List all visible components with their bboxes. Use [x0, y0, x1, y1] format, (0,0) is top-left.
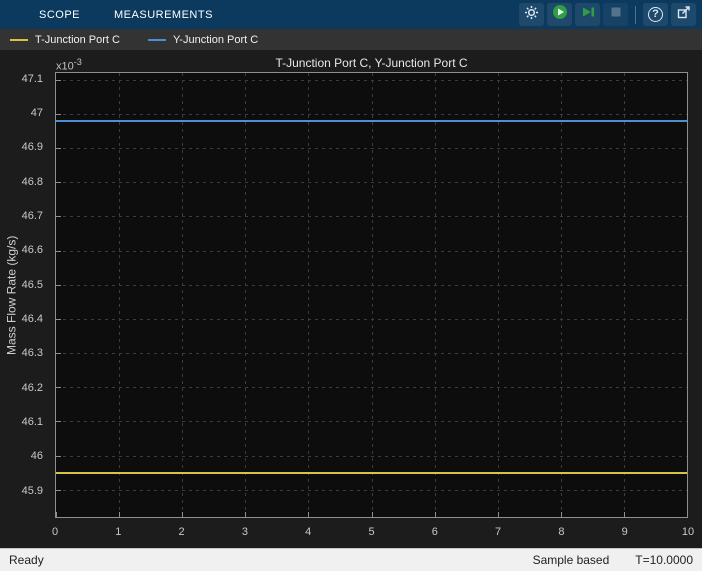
y-tick-label: 46.8	[22, 176, 43, 188]
legend-label: Y-Junction Port C	[173, 34, 258, 46]
y-tick-label: 46.6	[22, 244, 43, 256]
stop-button[interactable]	[603, 3, 628, 26]
x-gridline	[561, 73, 562, 517]
status-bar: Ready Sample based T=10.0000	[0, 548, 702, 571]
status-text: Ready	[9, 553, 44, 567]
y-tick-label: 46.7	[22, 210, 43, 222]
x-tick-mark	[687, 512, 688, 517]
x-gridline	[372, 73, 373, 517]
tab-scope[interactable]: SCOPE	[22, 0, 97, 29]
x-tick-mark	[372, 512, 373, 517]
x-tick-mark	[182, 512, 183, 517]
x-tick-label: 2	[179, 526, 185, 538]
y-tick-mark	[56, 353, 61, 354]
x-tick-label: 3	[242, 526, 248, 538]
y-tick-label: 46.9	[22, 141, 43, 153]
x-tick-mark	[624, 512, 625, 517]
y-tick-label: 46.3	[22, 347, 43, 359]
x-gridline	[119, 73, 120, 517]
y-tick-label: 46.4	[22, 313, 43, 325]
legend-label: T-Junction Port C	[35, 34, 120, 46]
simulation-time-label: T=10.0000	[635, 553, 693, 567]
stop-icon	[608, 4, 624, 25]
run-icon	[552, 4, 568, 25]
y-tick-label: 46.2	[22, 382, 43, 394]
run-button[interactable]	[547, 3, 572, 26]
status-right-group: Sample based T=10.0000	[533, 553, 693, 567]
tab-measurements[interactable]: MEASUREMENTS	[97, 0, 230, 29]
x-gridline	[435, 73, 436, 517]
y-tick-mark	[56, 490, 61, 491]
x-tick-mark	[119, 512, 120, 517]
y-tick-mark	[56, 319, 61, 320]
x-tick-label: 9	[622, 526, 628, 538]
x-tick-label: 5	[368, 526, 374, 538]
y-tick-mark	[56, 421, 61, 422]
plot-area: x10-3 T-Junction Port C, Y-Junction Port…	[0, 50, 702, 548]
x-tick-label: 7	[495, 526, 501, 538]
x-tick-label: 8	[558, 526, 564, 538]
series-line-t-junction-port-c	[56, 472, 687, 474]
series-line-y-junction-port-c	[56, 120, 687, 122]
dock-button[interactable]	[671, 3, 696, 26]
settings-button[interactable]	[519, 3, 544, 26]
y-tick-mark	[56, 387, 61, 388]
y-tick-label: 46.5	[22, 279, 43, 291]
y-tick-label: 46	[31, 450, 43, 462]
y-tick-mark	[56, 251, 61, 252]
legend-item-t-junction-port-c[interactable]: T-Junction Port C	[10, 34, 120, 46]
y-tick-label: 46.1	[22, 416, 43, 428]
x-tick-label: 1	[115, 526, 121, 538]
scope-window: SCOPE MEASUREMENTS	[0, 0, 702, 571]
x-gridline	[245, 73, 246, 517]
toolbar-tabs: SCOPE MEASUREMENTS	[22, 0, 230, 29]
x-tick-mark	[308, 512, 309, 517]
y-axis: 45.9 46 46.1 46.2 46.3 46.4 46.5 46.6 46.7 46.8 46…	[0, 72, 51, 518]
y-tick-mark	[56, 216, 61, 217]
y-tick-label: 47.1	[22, 73, 43, 85]
y-tick-mark	[56, 285, 61, 286]
x-tick-mark	[56, 512, 57, 517]
gear-icon	[524, 5, 539, 25]
toolbar-separator	[635, 6, 636, 24]
y-tick-mark	[56, 148, 61, 149]
x-gridline	[498, 73, 499, 517]
x-gridline	[624, 73, 625, 517]
x-tick-mark	[561, 512, 562, 517]
toolbar-button-group: ?	[519, 3, 696, 26]
x-gridline	[182, 73, 183, 517]
x-tick-label: 0	[52, 526, 58, 538]
x-tick-mark	[498, 512, 499, 517]
x-tick-label: 10	[682, 526, 694, 538]
x-tick-mark	[245, 512, 246, 517]
legend-item-y-junction-port-c[interactable]: Y-Junction Port C	[148, 34, 258, 46]
y-tick-mark	[56, 182, 61, 183]
legend-line-swatch	[148, 39, 166, 41]
help-button[interactable]: ?	[643, 3, 668, 26]
sample-mode-label: Sample based	[533, 553, 610, 567]
axes-canvas[interactable]	[55, 72, 688, 518]
y-tick-mark	[56, 114, 61, 115]
legend: T-Junction Port C Y-Junction Port C	[0, 29, 702, 50]
step-forward-button[interactable]	[575, 3, 600, 26]
x-tick-label: 6	[432, 526, 438, 538]
chart-title: T-Junction Port C, Y-Junction Port C	[55, 56, 688, 70]
dock-icon	[676, 4, 692, 25]
x-tick-label: 4	[305, 526, 311, 538]
toolbar: SCOPE MEASUREMENTS	[0, 0, 702, 29]
x-axis: 012345678910	[55, 526, 688, 540]
x-gridline	[308, 73, 309, 517]
y-tick-label: 47	[31, 107, 43, 119]
y-tick-mark	[56, 80, 61, 81]
y-tick-label: 45.9	[22, 485, 43, 497]
y-tick-mark	[56, 456, 61, 457]
legend-line-swatch	[10, 39, 28, 41]
x-tick-mark	[435, 512, 436, 517]
step-forward-icon	[580, 4, 596, 25]
help-icon: ?	[648, 7, 663, 22]
